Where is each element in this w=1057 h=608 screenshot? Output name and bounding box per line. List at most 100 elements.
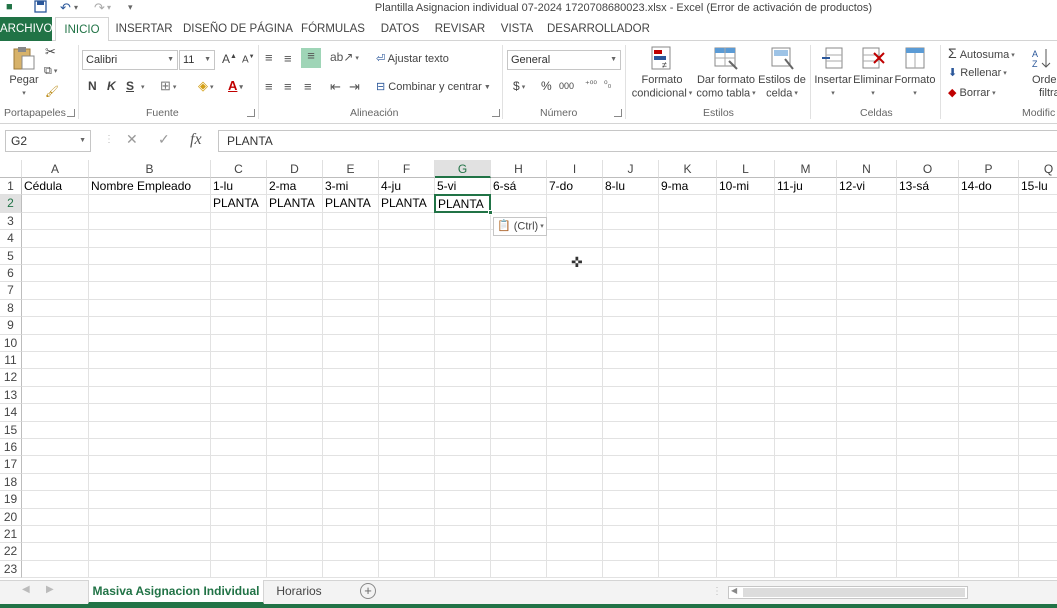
cell-g10[interactable]: [435, 334, 491, 352]
column-header-m[interactable]: M: [775, 160, 837, 178]
cell-b5[interactable]: [89, 247, 211, 265]
cell-e2[interactable]: PLANTA: [323, 195, 379, 213]
cell-l4[interactable]: [717, 230, 775, 248]
cell-n12[interactable]: [837, 369, 897, 387]
cell-n2[interactable]: [837, 195, 897, 213]
fill-color-icon[interactable]: ◈ ▾: [198, 78, 214, 94]
cell-d2[interactable]: PLANTA: [267, 195, 323, 213]
thousands-button[interactable]: 000: [559, 81, 574, 91]
cell-m8[interactable]: [775, 299, 837, 318]
cell-p19[interactable]: [959, 491, 1019, 509]
cell-j11[interactable]: [603, 352, 659, 370]
italic-button[interactable]: K: [107, 79, 116, 93]
cell-b18[interactable]: [89, 473, 211, 492]
clipboard-launcher-icon[interactable]: [67, 109, 75, 117]
cell-q4[interactable]: [1019, 230, 1057, 248]
cell-g5[interactable]: [435, 247, 491, 265]
cell-g15[interactable]: [435, 421, 491, 439]
cell-q3[interactable]: [1019, 213, 1057, 231]
tab-split-handle-icon[interactable]: ⋮: [712, 586, 722, 597]
orientation-icon[interactable]: ab↗ ▾: [330, 50, 359, 64]
column-header-p[interactable]: P: [959, 160, 1019, 178]
column-header-k[interactable]: K: [659, 160, 717, 178]
tab-revisar[interactable]: REVISAR: [432, 17, 488, 41]
cell-a17[interactable]: [22, 456, 89, 474]
cell-d8[interactable]: [267, 299, 323, 318]
cell-b9[interactable]: [89, 317, 211, 335]
cell-d16[interactable]: [267, 439, 323, 457]
scroll-right-icon[interactable]: ▶: [46, 584, 54, 595]
cell-g4[interactable]: [435, 230, 491, 248]
tab-datos[interactable]: DATOS: [378, 17, 422, 41]
bold-button[interactable]: N: [88, 79, 97, 93]
cell-b4[interactable]: [89, 230, 211, 248]
cell-j22[interactable]: [603, 543, 659, 561]
cell-a20[interactable]: [22, 508, 89, 526]
cell-p7[interactable]: [959, 282, 1019, 300]
currency-button[interactable]: $ ▾: [513, 79, 525, 93]
cell-d6[interactable]: [267, 265, 323, 283]
align-center-icon[interactable]: ≡: [284, 79, 292, 94]
cell-d18[interactable]: [267, 473, 323, 492]
cell-f19[interactable]: [379, 491, 435, 509]
cell-b10[interactable]: [89, 334, 211, 352]
cell-h14[interactable]: [491, 404, 547, 422]
row-header-7[interactable]: 7: [0, 282, 22, 300]
cell-k19[interactable]: [659, 491, 717, 509]
cell-p16[interactable]: [959, 439, 1019, 457]
cell-a21[interactable]: [22, 526, 89, 544]
cell-n22[interactable]: [837, 543, 897, 561]
row-header-4[interactable]: 4: [0, 230, 22, 248]
cell-k16[interactable]: [659, 439, 717, 457]
cell-d14[interactable]: [267, 404, 323, 422]
align-top-icon[interactable]: ≡: [265, 50, 273, 65]
cell-k9[interactable]: [659, 317, 717, 335]
cell-j3[interactable]: [603, 212, 659, 231]
cell-a16[interactable]: [22, 439, 89, 457]
cell-o23[interactable]: [897, 560, 959, 579]
cell-p9[interactable]: [959, 317, 1019, 335]
cell-b7[interactable]: [89, 282, 211, 300]
cell-a3[interactable]: [22, 212, 89, 231]
cell-f10[interactable]: [379, 334, 435, 352]
cell-i22[interactable]: [547, 543, 603, 561]
cell-k14[interactable]: [659, 404, 717, 422]
cell-c14[interactable]: [211, 404, 267, 422]
sheet-tab-masiva[interactable]: Masiva Asignacion Individual: [88, 580, 264, 604]
cell-j6[interactable]: [603, 265, 659, 283]
decrease-decimal-icon[interactable]: ⁰₀: [604, 79, 611, 90]
cell-c13[interactable]: [211, 386, 267, 405]
cell-l9[interactable]: [717, 317, 775, 335]
cell-g21[interactable]: [435, 526, 491, 544]
cell-q23[interactable]: [1019, 561, 1057, 579]
row-header-15[interactable]: 15: [0, 421, 22, 439]
cell-p2[interactable]: [959, 195, 1019, 213]
cell-l7[interactable]: [717, 282, 775, 300]
insert-button[interactable]: Insertar ▾: [813, 45, 853, 100]
cell-h13[interactable]: [491, 386, 547, 405]
cell-g1[interactable]: 5-vi: [435, 178, 491, 196]
wrap-text-button[interactable]: ⏎ Ajustar texto: [376, 52, 449, 65]
cell-i19[interactable]: [547, 491, 603, 509]
cell-m19[interactable]: [775, 491, 837, 509]
formula-input[interactable]: PLANTA: [218, 130, 1057, 152]
cell-o6[interactable]: [897, 265, 959, 283]
cell-o1[interactable]: 13-sá: [897, 178, 959, 196]
cell-q5[interactable]: [1019, 248, 1057, 265]
cell-b3[interactable]: [89, 212, 211, 231]
column-header-i[interactable]: I: [547, 160, 603, 178]
cell-j18[interactable]: [603, 473, 659, 492]
column-header-g[interactable]: G: [435, 160, 491, 178]
cell-q15[interactable]: [1019, 422, 1057, 439]
cell-c3[interactable]: [211, 212, 267, 231]
cell-b19[interactable]: [89, 491, 211, 509]
cell-p5[interactable]: [959, 247, 1019, 265]
cell-a14[interactable]: [22, 404, 89, 422]
cell-q2[interactable]: [1019, 195, 1057, 213]
cell-h6[interactable]: [491, 265, 547, 283]
cell-j13[interactable]: [603, 386, 659, 405]
cell-b8[interactable]: [89, 299, 211, 318]
cell-l14[interactable]: [717, 404, 775, 422]
select-all-corner[interactable]: [0, 160, 22, 178]
cell-k15[interactable]: [659, 421, 717, 439]
